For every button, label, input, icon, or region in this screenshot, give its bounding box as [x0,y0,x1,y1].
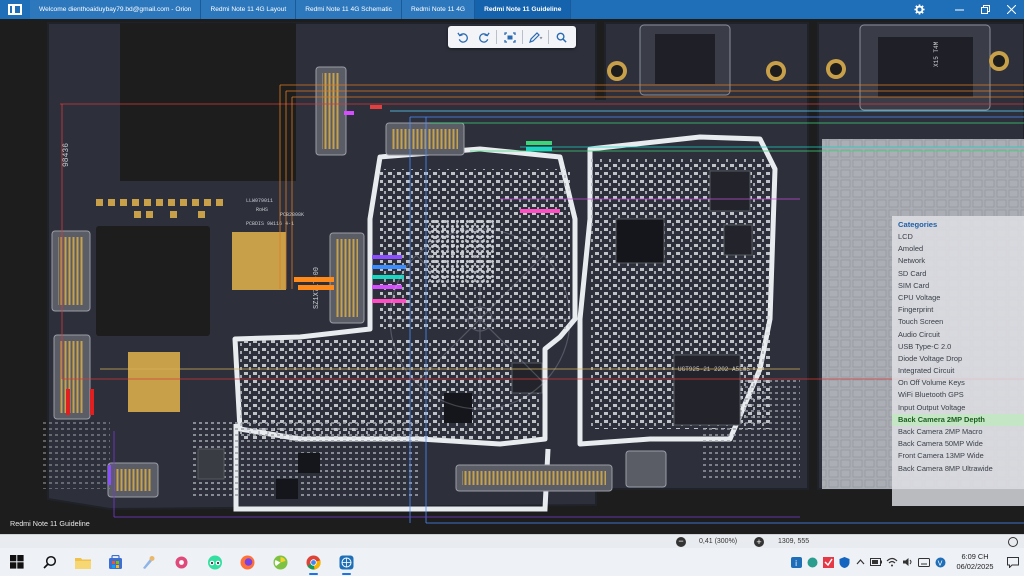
start-icon[interactable] [0,548,33,576]
orion-icon[interactable] [330,548,363,576]
viewer-caption: Redmi Note 11 Guideline [10,519,90,528]
pinwheel-icon[interactable] [264,548,297,576]
clock-time: 6:09 CH [961,552,989,561]
category-item-sim-card[interactable]: SIM Card [898,280,1024,292]
system-clock[interactable]: 6:09 CH 06/02/2025 [952,552,998,572]
volume-icon[interactable] [902,556,914,568]
notification-center-icon[interactable] [1002,548,1024,576]
pen-icon[interactable] [527,29,545,45]
keyboard-icon[interactable] [918,556,930,568]
category-item-back-camera-50mp-wide[interactable]: Back Camera 50MP Wide [898,438,1024,450]
search-icon[interactable] [33,548,66,576]
file-explorer-icon[interactable] [66,548,99,576]
category-item-input-output-voltage[interactable]: Input Output Voltage [898,402,1024,414]
network-app-icon[interactable] [806,556,818,568]
zoom-level: 0,41 (300%) [699,538,738,545]
viewer-toolbar [448,26,576,48]
chrome-icon[interactable] [297,548,330,576]
language-icon[interactable]: V [934,556,946,568]
category-item-usb-type-c[interactable]: USB Type-C 2.0 [898,341,1024,353]
chip-label-1: LLW079011 [246,198,273,204]
system-tray: i V 6:09 CH 06/02/2025 [788,548,1024,576]
category-item-diode-voltage-drop[interactable]: Diode Voltage Drop [898,353,1024,365]
svg-text:V: V [937,559,942,567]
chip-label-4: PCBDIS 9W116 4-1 [246,221,294,227]
category-item-sd-card[interactable]: SD Card [898,268,1024,280]
search-icon[interactable] [552,29,570,45]
app-logo-icon[interactable] [0,0,30,19]
app-window: Welcome dienthoaiduybay79.bd@gmail.com -… [0,0,1024,576]
category-item-back-camera-8mp-ultrawide[interactable]: Back Camera 8MP Ultrawide [898,463,1024,475]
defender-icon[interactable] [838,556,850,568]
category-item-audio-circuit[interactable]: Audio Circuit [898,329,1024,341]
cursor-coordinates: 1309, 555 [778,538,810,545]
category-item-back-camera-2mp-macro[interactable]: Back Camera 2MP Macro [898,426,1024,438]
security-icon[interactable] [822,556,834,568]
info-icon[interactable]: i [790,556,802,568]
close-icon[interactable] [998,0,1024,19]
category-item-amoled[interactable]: Amoled [898,243,1024,255]
board-code-left: 98436 [62,143,71,167]
gear-icon[interactable] [906,0,932,19]
category-item-back-camera-2mp-depth[interactable]: Back Camera 2MP Depth [892,413,1024,426]
tab-board[interactable]: Redmi Note 11 4G [401,0,476,19]
category-item-lcd[interactable]: LCD [898,231,1024,243]
pcb-board-image[interactable]: LLW079011 RoHS PCB2808K PCBDIS 9W116 4-1… [0,19,1024,534]
tab-layout[interactable]: Redmi Note 11 4G Layout [201,0,297,19]
categories-panel: Categories LCD Amoled Network SD Card SI… [892,216,1024,506]
clock-date: 06/02/2025 [956,562,994,571]
zoom-in-button[interactable]: + [754,537,764,547]
categories-title: Categories [898,220,938,229]
tab-schematic[interactable]: Redmi Note 11 4G Schematic [296,0,402,19]
svg-text:i: i [795,559,797,568]
toolbar-separator [547,30,549,44]
category-item-on-off-volume-keys[interactable]: On Off Volume Keys [898,377,1024,389]
minimize-icon[interactable] [946,0,972,19]
zoom-out-button[interactable]: − [676,537,686,547]
tab-spacer [571,0,906,19]
toolbar-separator [496,30,498,44]
settings-app-icon[interactable] [165,548,198,576]
pmic-label: UGT925-21 2202 A5E65 [678,366,750,373]
status-circle-icon[interactable] [1008,537,1018,547]
category-item-touch-screen[interactable]: Touch Screen [898,316,1024,328]
battery-icon[interactable] [870,556,882,568]
category-item-cpu-voltage[interactable]: CPU Voltage [898,292,1024,304]
category-item-fingerprint[interactable]: Fingerprint [898,304,1024,316]
rotate-left-icon[interactable] [454,29,472,45]
tab-welcome[interactable]: Welcome dienthoaiduybay79.bd@gmail.com -… [30,0,202,19]
status-bar: − 0,41 (300%) + 1309, 555 [0,534,1024,548]
top-right-chip-label: X15 T4M [933,41,940,67]
store-icon[interactable] [99,548,132,576]
tab-guideline[interactable]: Redmi Note 11 Guideline [475,0,572,19]
paint-icon[interactable] [132,548,165,576]
rotate-right-icon[interactable] [475,29,493,45]
chip-label-2: RoHS [256,207,268,213]
chevron-up-icon[interactable] [854,556,866,568]
fit-screen-icon[interactable] [501,29,519,45]
toolbar-separator [522,30,524,44]
title-tab-bar: Welcome dienthoaiduybay79.bd@gmail.com -… [0,0,1024,19]
category-item-integrated-circuit[interactable]: Integrated Circuit [898,365,1024,377]
firefox-icon[interactable] [231,548,264,576]
category-item-wifi-bluetooth-gps[interactable]: WiFi Bluetooth GPS [898,389,1024,401]
tripadvisor-icon[interactable] [198,548,231,576]
taskbar: i V 6:09 CH 06/02/2025 [0,548,1024,576]
category-item-front-camera-13mp-wide[interactable]: Front Camera 13MP Wide [898,450,1024,462]
board-viewer[interactable]: LLW079011 RoHS PCB2808K PCBDIS 9W116 4-1… [0,19,1024,534]
tab-gap [932,0,946,19]
category-item-network[interactable]: Network [898,255,1024,267]
restore-icon[interactable] [972,0,998,19]
wifi-icon[interactable] [886,556,898,568]
